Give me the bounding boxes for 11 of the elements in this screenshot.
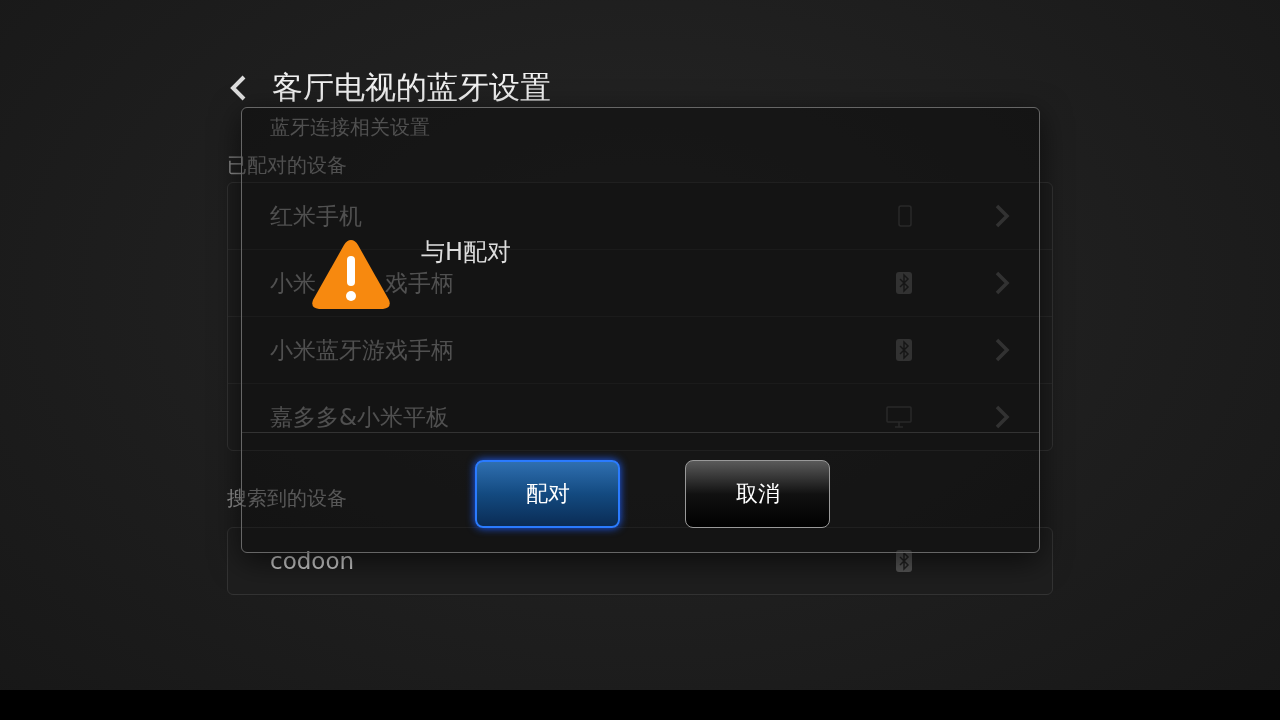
dialog-message: 与H配对 bbox=[421, 237, 512, 268]
dialog-button[interactable]: 配对 bbox=[475, 460, 620, 528]
page-subtitle: 蓝牙连接相关设置 bbox=[270, 114, 430, 141]
page-title: 客厅电视的蓝牙设置 bbox=[272, 68, 551, 107]
device-name[interactable]: 戏手柄 bbox=[385, 267, 454, 299]
device-name[interactable]: 嘉多多&小米平板 bbox=[270, 401, 449, 433]
device-name[interactable]: codoon bbox=[270, 548, 896, 574]
device-name[interactable]: 小米蓝牙游戏手柄 bbox=[270, 334, 454, 366]
device-name[interactable]: 小米 bbox=[270, 267, 316, 299]
device-name[interactable]: 红米手机 bbox=[270, 200, 362, 232]
dialog-button[interactable]: 取消 bbox=[685, 460, 830, 528]
